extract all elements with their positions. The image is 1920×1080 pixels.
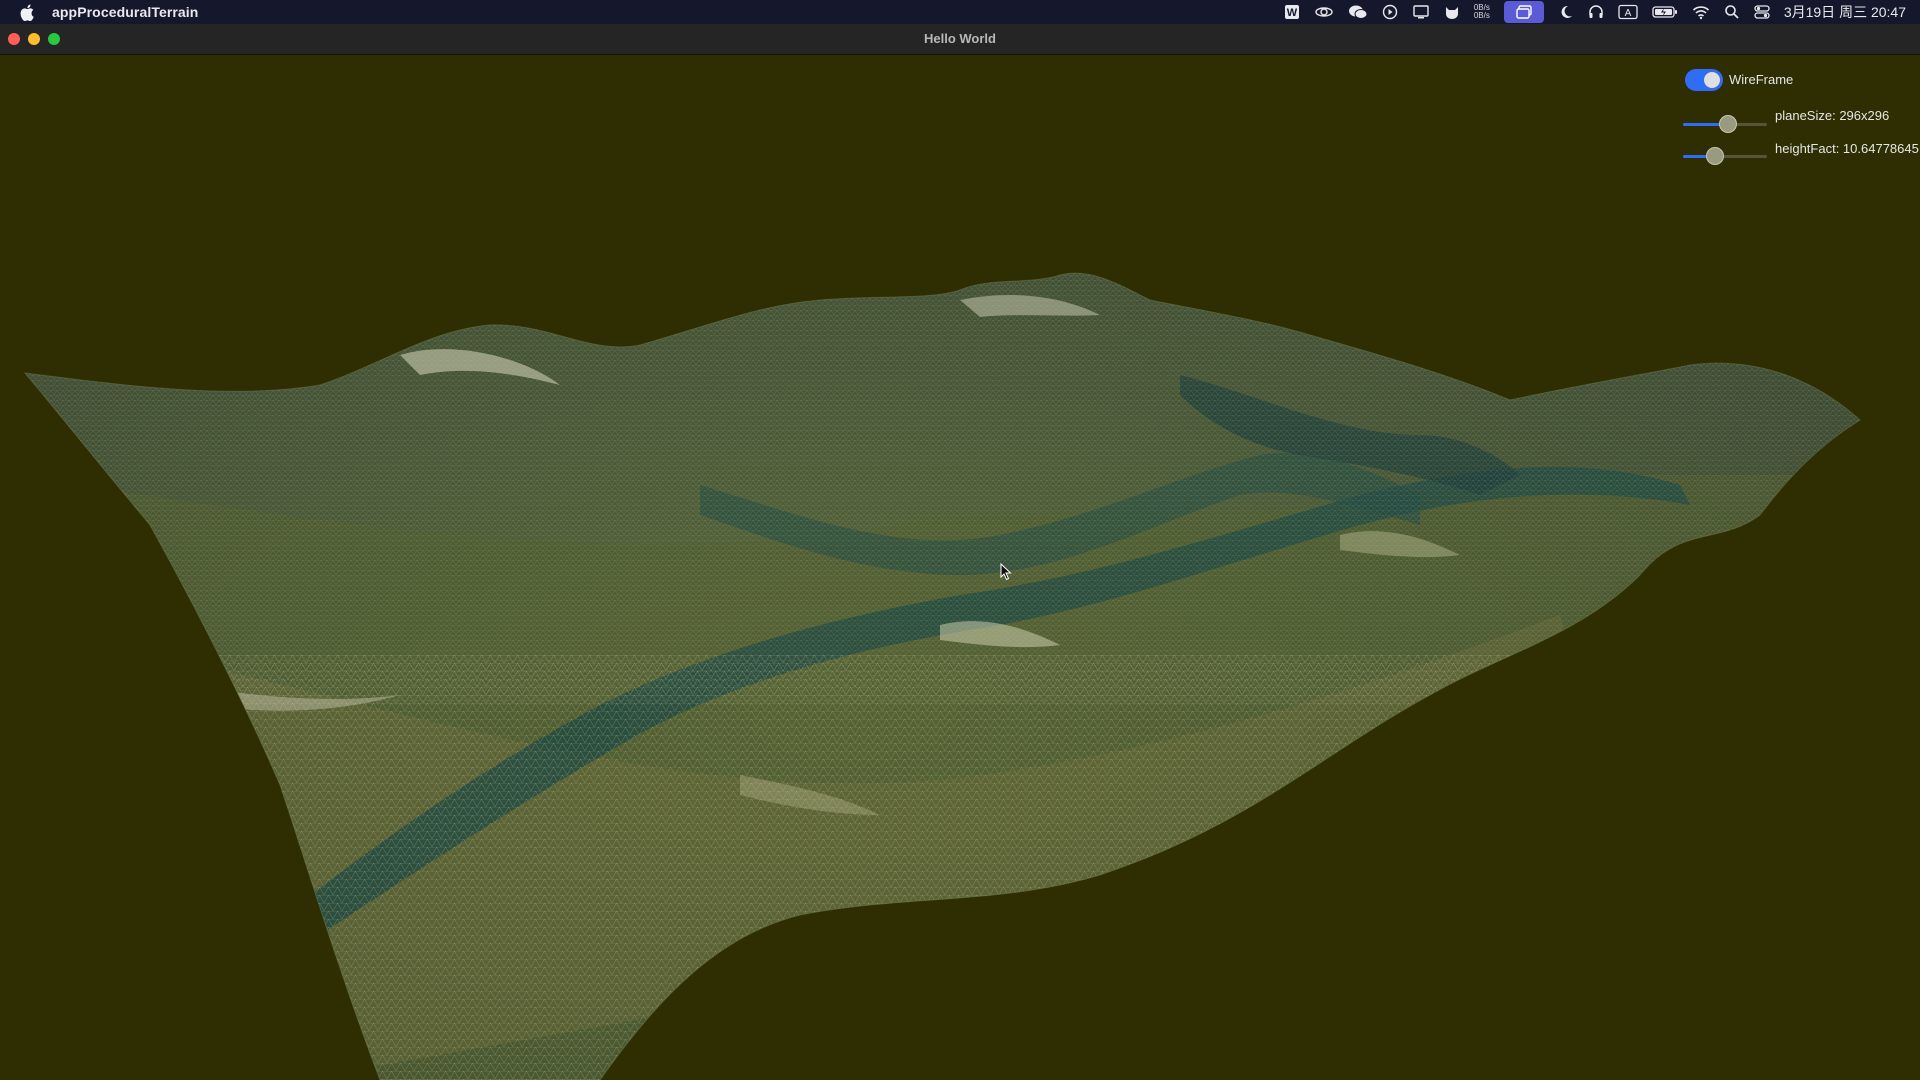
plane-size-slider[interactable] [1683, 114, 1767, 134]
terrain-viewport[interactable]: WireFrame planeSize: 296x296 heightFact:… [0, 55, 1920, 1080]
cat-icon[interactable] [1444, 0, 1460, 24]
window-title: Hello World [924, 31, 996, 46]
height-fact-slider[interactable] [1683, 146, 1767, 166]
apple-icon[interactable] [17, 2, 37, 22]
play-icon[interactable] [1382, 0, 1398, 24]
wireframe-toggle[interactable] [1685, 69, 1723, 91]
screens-icon[interactable] [1503, 1, 1544, 23]
net-down: 0B/s [1473, 11, 1490, 20]
wireframe-label: WireFrame [1729, 72, 1794, 87]
menubar-clock[interactable]: 3月19日 周三 20:47 [1784, 2, 1906, 22]
search-icon[interactable] [1724, 0, 1740, 24]
wps-icon[interactable]: W [1284, 0, 1300, 24]
headphones-icon[interactable] [1588, 0, 1604, 24]
input-method-label: A [1624, 8, 1631, 19]
plane-size-thumb[interactable] [1719, 115, 1738, 133]
app-name[interactable]: appProceduralTerrain [52, 4, 198, 20]
menu-bar: appProceduralTerrain W 0B/s 0B/s A 3月19日… [0, 0, 1920, 24]
sync-icon[interactable] [1314, 0, 1334, 24]
wifi-icon[interactable] [1692, 0, 1710, 24]
height-fact-thumb[interactable] [1706, 147, 1725, 165]
plane-size-label: planeSize: 296x296 [1775, 108, 1890, 123]
wireframe-toggle-knob[interactable] [1704, 72, 1720, 88]
battery-icon[interactable] [1652, 0, 1678, 24]
terrain-mesh[interactable] [0, 55, 1920, 1080]
window-titlebar[interactable]: Hello World [0, 24, 1920, 55]
svg-text:W: W [1287, 7, 1298, 19]
mouse-cursor-icon [1000, 563, 1012, 581]
height-fact-label: heightFact: 10.64778645 [1775, 141, 1919, 156]
control-center-icon[interactable] [1754, 0, 1770, 24]
network-speed-icon[interactable]: 0B/s 0B/s [1474, 0, 1490, 24]
moon-icon[interactable] [1558, 0, 1574, 24]
input-method-icon[interactable]: A [1618, 0, 1638, 24]
display-icon[interactable] [1412, 0, 1430, 24]
wechat-icon[interactable] [1348, 0, 1368, 24]
